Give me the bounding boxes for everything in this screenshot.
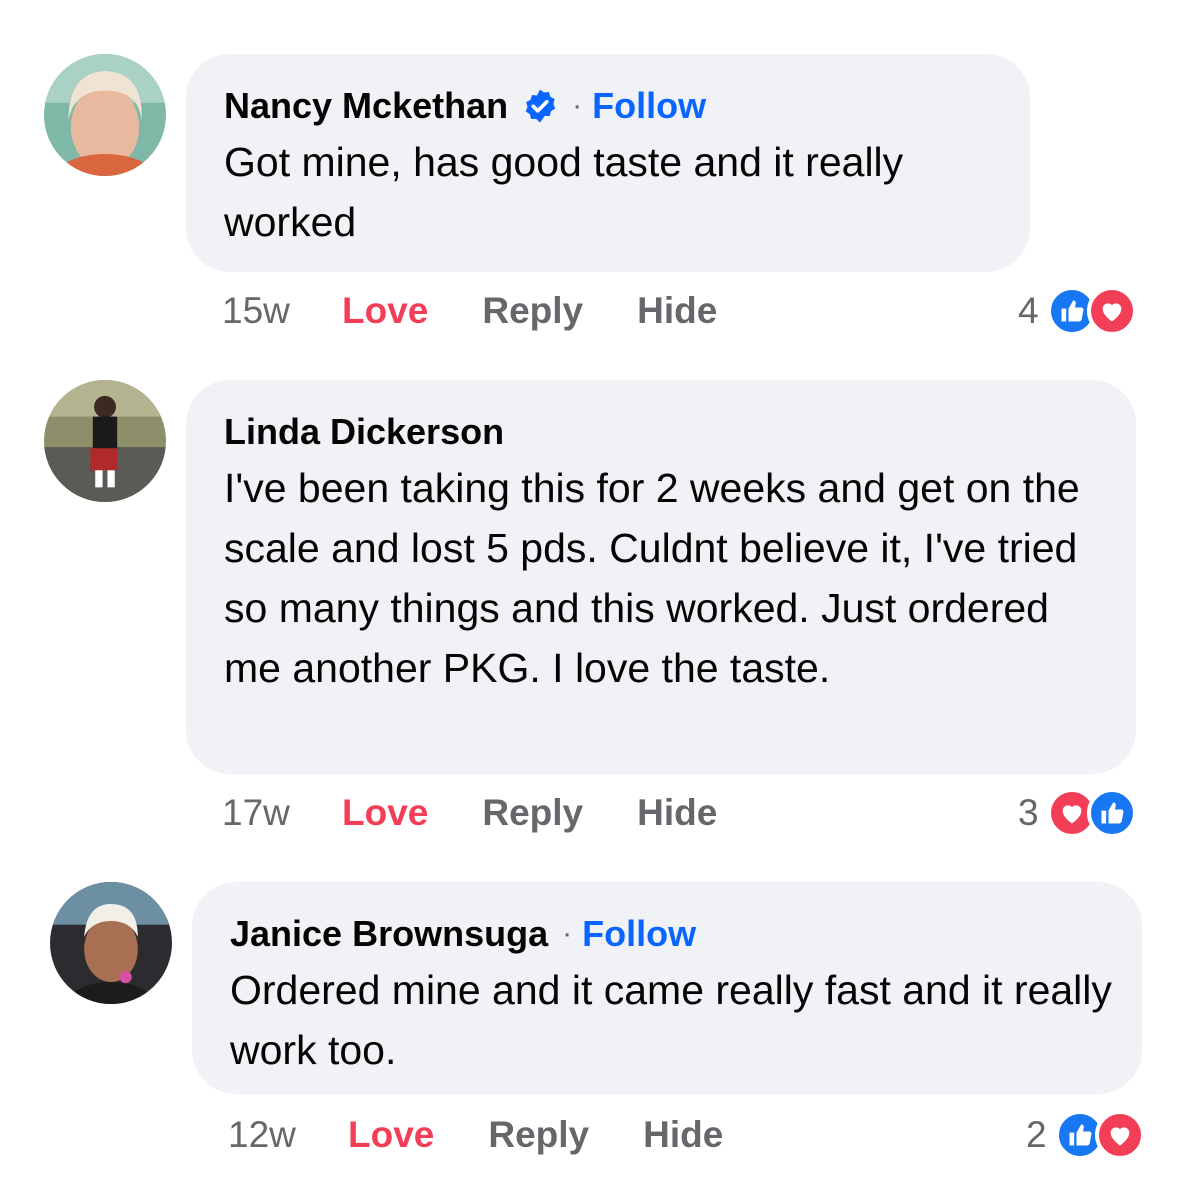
separator-dot: · <box>562 917 573 950</box>
comment-time[interactable]: 17w <box>222 792 342 834</box>
love-icon <box>1094 1110 1145 1160</box>
love-button[interactable]: Love <box>342 792 428 834</box>
comment-text: Ordered mine and it came really fast and… <box>230 967 1112 1073</box>
reaction-summary[interactable]: 2 <box>1026 1110 1145 1160</box>
reaction-summary[interactable]: 3 <box>1018 788 1137 838</box>
hide-button[interactable]: Hide <box>643 1114 723 1156</box>
reply-button[interactable]: Reply <box>488 1114 589 1156</box>
avatar[interactable] <box>50 882 172 1004</box>
comment-text: I've been taking this for 2 weeks and ge… <box>224 465 1080 691</box>
author-name[interactable]: Nancy Mckethan <box>224 84 508 128</box>
reaction-count: 3 <box>1018 792 1039 833</box>
like-icon <box>1086 788 1137 838</box>
reply-button[interactable]: Reply <box>482 290 583 332</box>
separator-dot: · <box>572 89 583 122</box>
comment-actions: 12w Love Reply Hide <box>228 1110 777 1160</box>
author-name[interactable]: Linda Dickerson <box>224 410 504 454</box>
follow-button[interactable]: Follow <box>582 912 696 956</box>
love-button[interactable]: Love <box>342 290 428 332</box>
comment-time[interactable]: 12w <box>228 1114 348 1156</box>
comment-actions: 17w Love Reply Hide <box>222 788 771 838</box>
avatar[interactable] <box>44 380 166 502</box>
follow-button[interactable]: Follow <box>592 84 706 128</box>
comment-bubble: Linda Dickerson I've been taking this fo… <box>186 380 1136 774</box>
comment-bubble: Janice Brownsuga · Follow Ordered mine a… <box>192 882 1142 1094</box>
avatar-photo <box>44 380 166 502</box>
author-name[interactable]: Janice Brownsuga <box>230 912 548 956</box>
love-icon <box>1086 286 1137 336</box>
love-button[interactable]: Love <box>348 1114 434 1156</box>
reaction-summary[interactable]: 4 <box>1018 286 1137 336</box>
hide-button[interactable]: Hide <box>637 290 717 332</box>
hide-button[interactable]: Hide <box>637 792 717 834</box>
reaction-count: 2 <box>1026 1114 1047 1155</box>
avatar-photo <box>50 882 172 1004</box>
reaction-count: 4 <box>1018 290 1039 331</box>
verified-badge-icon <box>522 88 558 124</box>
comment-actions: 15w Love Reply Hide <box>222 286 771 336</box>
avatar[interactable] <box>44 54 166 176</box>
comment-bubble: Nancy Mckethan · Follow Got mine, has go… <box>186 54 1030 272</box>
avatar-photo <box>44 54 166 176</box>
comment-time[interactable]: 15w <box>222 290 342 332</box>
reply-button[interactable]: Reply <box>482 792 583 834</box>
comment-text: Got mine, has good taste and it really w… <box>224 139 904 245</box>
